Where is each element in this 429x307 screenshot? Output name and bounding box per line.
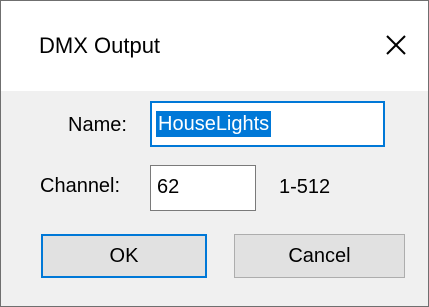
name-input[interactable]: HouseLights: [150, 101, 385, 147]
channel-label: Channel:: [40, 175, 121, 197]
channel-input[interactable]: 62: [150, 165, 256, 211]
dialog-title: DMX Output: [39, 33, 161, 58]
close-button[interactable]: [379, 28, 413, 62]
channel-range-hint: 1-512: [279, 176, 331, 198]
cancel-button[interactable]: Cancel: [234, 234, 405, 278]
name-input-value: HouseLights: [156, 111, 272, 137]
dmx-output-dialog: DMX Output Name: HouseLights Channel: 62…: [0, 0, 429, 307]
close-icon: [386, 35, 406, 55]
title-bar: DMX Output: [1, 1, 428, 91]
ok-button[interactable]: OK: [41, 234, 207, 278]
name-label: Name:: [68, 114, 127, 136]
channel-input-value: 62: [157, 176, 180, 198]
